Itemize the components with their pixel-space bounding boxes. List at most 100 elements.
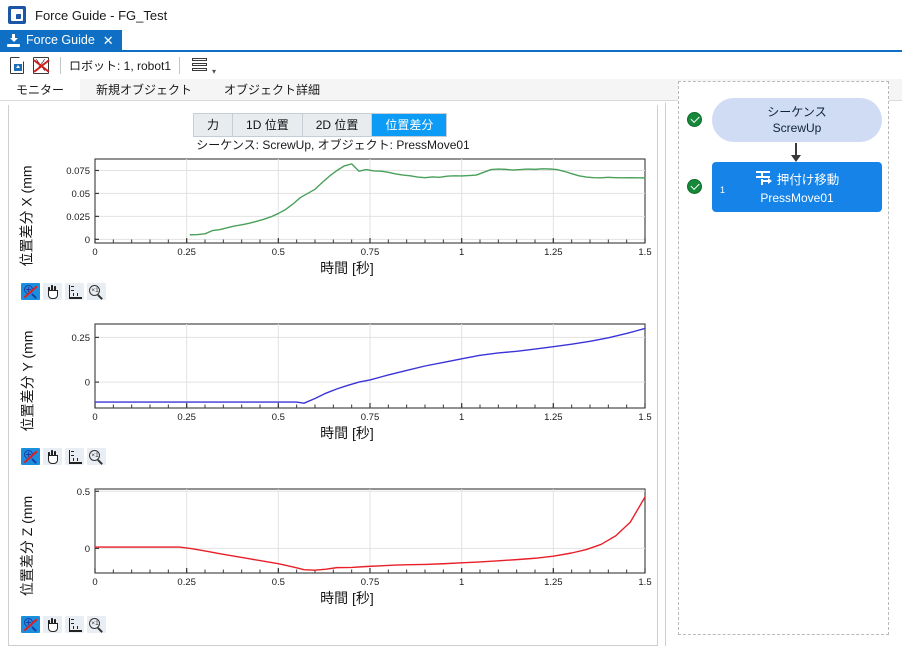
chart-tab-position-diff[interactable]: 位置差分 xyxy=(372,114,446,136)
chart-position-diff-z: 位置差分 Z (mm 00.250.50.7511.251.500.5 時間 [… xyxy=(9,483,657,633)
svg-text:0: 0 xyxy=(92,247,97,258)
tab-monitor[interactable]: モニター xyxy=(0,79,80,100)
chart-x-plot[interactable]: 00.250.50.7511.251.500.0250.050.075 xyxy=(37,153,657,263)
zoom-reset-button-y[interactable]: ×1 xyxy=(87,448,106,465)
flow-node-sequence[interactable]: シーケンス ScrewUp xyxy=(712,98,882,142)
chart-subtitle: シーケンス: ScrewUp, オブジェクト: PressMove01 xyxy=(9,136,657,153)
svg-text:0.075: 0.075 xyxy=(66,166,90,177)
chart-z-plot[interactable]: 00.250.50.7511.251.500.5 xyxy=(37,483,657,593)
robot-selector-label[interactable]: ロボット: 1, robot1 xyxy=(69,57,171,74)
svg-text:1: 1 xyxy=(459,577,464,588)
layout-icon xyxy=(192,58,207,73)
chart-y-ylabel: 位置差分 Y (mm xyxy=(17,322,37,440)
tab-force-guide[interactable]: Force Guide ✕ xyxy=(0,30,122,50)
flow-node-pressmove[interactable]: 1 押付け移動 PressMove01 xyxy=(712,162,882,212)
layout-button[interactable] xyxy=(188,55,210,77)
zoom-in-icon xyxy=(23,285,38,299)
status-badge-pressmove xyxy=(687,179,702,194)
pan-hand-icon xyxy=(46,285,60,299)
zoom-in-icon xyxy=(23,618,38,632)
zoom-reset-icon: ×1 xyxy=(89,450,104,464)
chart-tab-2d-position[interactable]: 2D 位置 xyxy=(303,114,373,136)
svg-text:0.75: 0.75 xyxy=(361,247,380,258)
zoom-in-button-x[interactable] xyxy=(21,283,40,300)
zoom-in-button-y[interactable] xyxy=(21,448,40,465)
svg-text:1: 1 xyxy=(459,247,464,258)
monitor-pane: 力 1D 位置 2D 位置 位置差分 シーケンス: ScrewUp, オブジェク… xyxy=(0,102,666,646)
clear-record-icon xyxy=(33,57,49,74)
chart-x-xlabel: 時間 [秒] xyxy=(37,258,657,278)
chart-y-plot[interactable]: 00.250.50.7511.251.500.25 xyxy=(37,318,657,428)
data-cursor-icon xyxy=(68,450,82,464)
chart-y-xlabel: 時間 [秒] xyxy=(37,423,657,443)
svg-text:1.5: 1.5 xyxy=(638,577,651,588)
chart-tab-1d-position[interactable]: 1D 位置 xyxy=(233,114,303,136)
pan-button-y[interactable] xyxy=(43,448,62,465)
pan-button-z[interactable] xyxy=(43,616,62,633)
sequence-node-kind: シーケンス xyxy=(767,104,826,120)
document-tabstrip: Force Guide ✕ xyxy=(0,30,902,52)
svg-text:0.025: 0.025 xyxy=(66,212,90,223)
press-move-icon xyxy=(755,171,773,187)
svg-text:0.5: 0.5 xyxy=(272,577,285,588)
svg-text:1: 1 xyxy=(459,412,464,423)
zoom-reset-button-z[interactable]: ×1 xyxy=(87,616,106,633)
flow-canvas[interactable]: シーケンス ScrewUp 1 押付け移動 PressMove01 xyxy=(678,81,889,635)
clear-record-button[interactable] xyxy=(30,55,52,77)
data-cursor-icon xyxy=(68,285,82,299)
tab-new-object[interactable]: 新規オブジェクト xyxy=(80,79,208,100)
toolbar-overflow-caret-icon[interactable]: ▾ xyxy=(212,67,216,76)
force-guide-tab-icon xyxy=(7,34,20,47)
flow-arrow-icon xyxy=(795,143,797,156)
status-badge-sequence xyxy=(687,112,702,127)
chart-z-toolbar: ×1 xyxy=(21,616,106,633)
zoom-in-icon xyxy=(23,450,38,464)
svg-text:1.25: 1.25 xyxy=(544,577,563,588)
tab-object-detail[interactable]: オブジェクト詳細 xyxy=(208,79,336,100)
zoom-reset-icon: ×1 xyxy=(89,618,104,632)
node-header: 押付け移動 xyxy=(712,169,882,188)
document-save-button[interactable] xyxy=(6,55,28,77)
svg-text:0.25: 0.25 xyxy=(177,412,196,423)
toolbar-separator-2 xyxy=(179,57,180,74)
pan-hand-icon xyxy=(46,450,60,464)
svg-text:0: 0 xyxy=(92,577,97,588)
data-cursor-button-x[interactable] xyxy=(65,283,84,300)
app-icon xyxy=(8,6,26,24)
window-title: Force Guide - FG_Test xyxy=(35,8,167,23)
sequence-node-name: ScrewUp xyxy=(773,120,822,136)
node-object-name: PressMove01 xyxy=(712,191,882,205)
chart-type-tabs: 力 1D 位置 2D 位置 位置差分 xyxy=(193,113,447,137)
svg-text:0.25: 0.25 xyxy=(177,247,196,258)
svg-text:0.5: 0.5 xyxy=(272,247,285,258)
data-cursor-button-z[interactable] xyxy=(65,616,84,633)
svg-text:1.25: 1.25 xyxy=(544,247,563,258)
svg-text:0.5: 0.5 xyxy=(272,412,285,423)
svg-text:1.5: 1.5 xyxy=(638,247,651,258)
node-title: 押付け移動 xyxy=(777,169,840,188)
chart-position-diff-y: 位置差分 Y (mm 00.250.50.7511.251.500.25 時間 … xyxy=(9,318,657,463)
monitor-pane-inner: 力 1D 位置 2D 位置 位置差分 シーケンス: ScrewUp, オブジェク… xyxy=(8,105,658,646)
pan-button-x[interactable] xyxy=(43,283,62,300)
document-save-icon xyxy=(10,57,24,74)
window-titlebar: Force Guide - FG_Test xyxy=(0,0,902,30)
sequence-flow-pane: シーケンス ScrewUp 1 押付け移動 PressMove01 xyxy=(666,102,902,646)
zoom-in-button-z[interactable] xyxy=(21,616,40,633)
close-icon[interactable]: ✕ xyxy=(103,34,114,47)
svg-text:0: 0 xyxy=(92,412,97,423)
svg-text:0: 0 xyxy=(85,378,90,389)
data-cursor-button-y[interactable] xyxy=(65,448,84,465)
toolbar-separator-1 xyxy=(60,57,61,74)
chart-z-ylabel: 位置差分 Z (mm xyxy=(17,487,37,605)
svg-text:1.25: 1.25 xyxy=(544,412,563,423)
zoom-reset-button-x[interactable]: ×1 xyxy=(87,283,106,300)
tab-label: Force Guide xyxy=(26,33,95,47)
svg-text:0.25: 0.25 xyxy=(72,333,91,344)
svg-text:0.75: 0.75 xyxy=(361,577,380,588)
chart-tab-force[interactable]: 力 xyxy=(194,114,233,136)
chart-z-xlabel: 時間 [秒] xyxy=(37,588,657,608)
svg-text:0: 0 xyxy=(85,544,90,555)
data-cursor-icon xyxy=(68,618,82,632)
zoom-reset-icon: ×1 xyxy=(89,285,104,299)
chart-position-diff-x: 位置差分 X (mm 00.250.50.7511.251.500.0250.0… xyxy=(9,153,657,298)
